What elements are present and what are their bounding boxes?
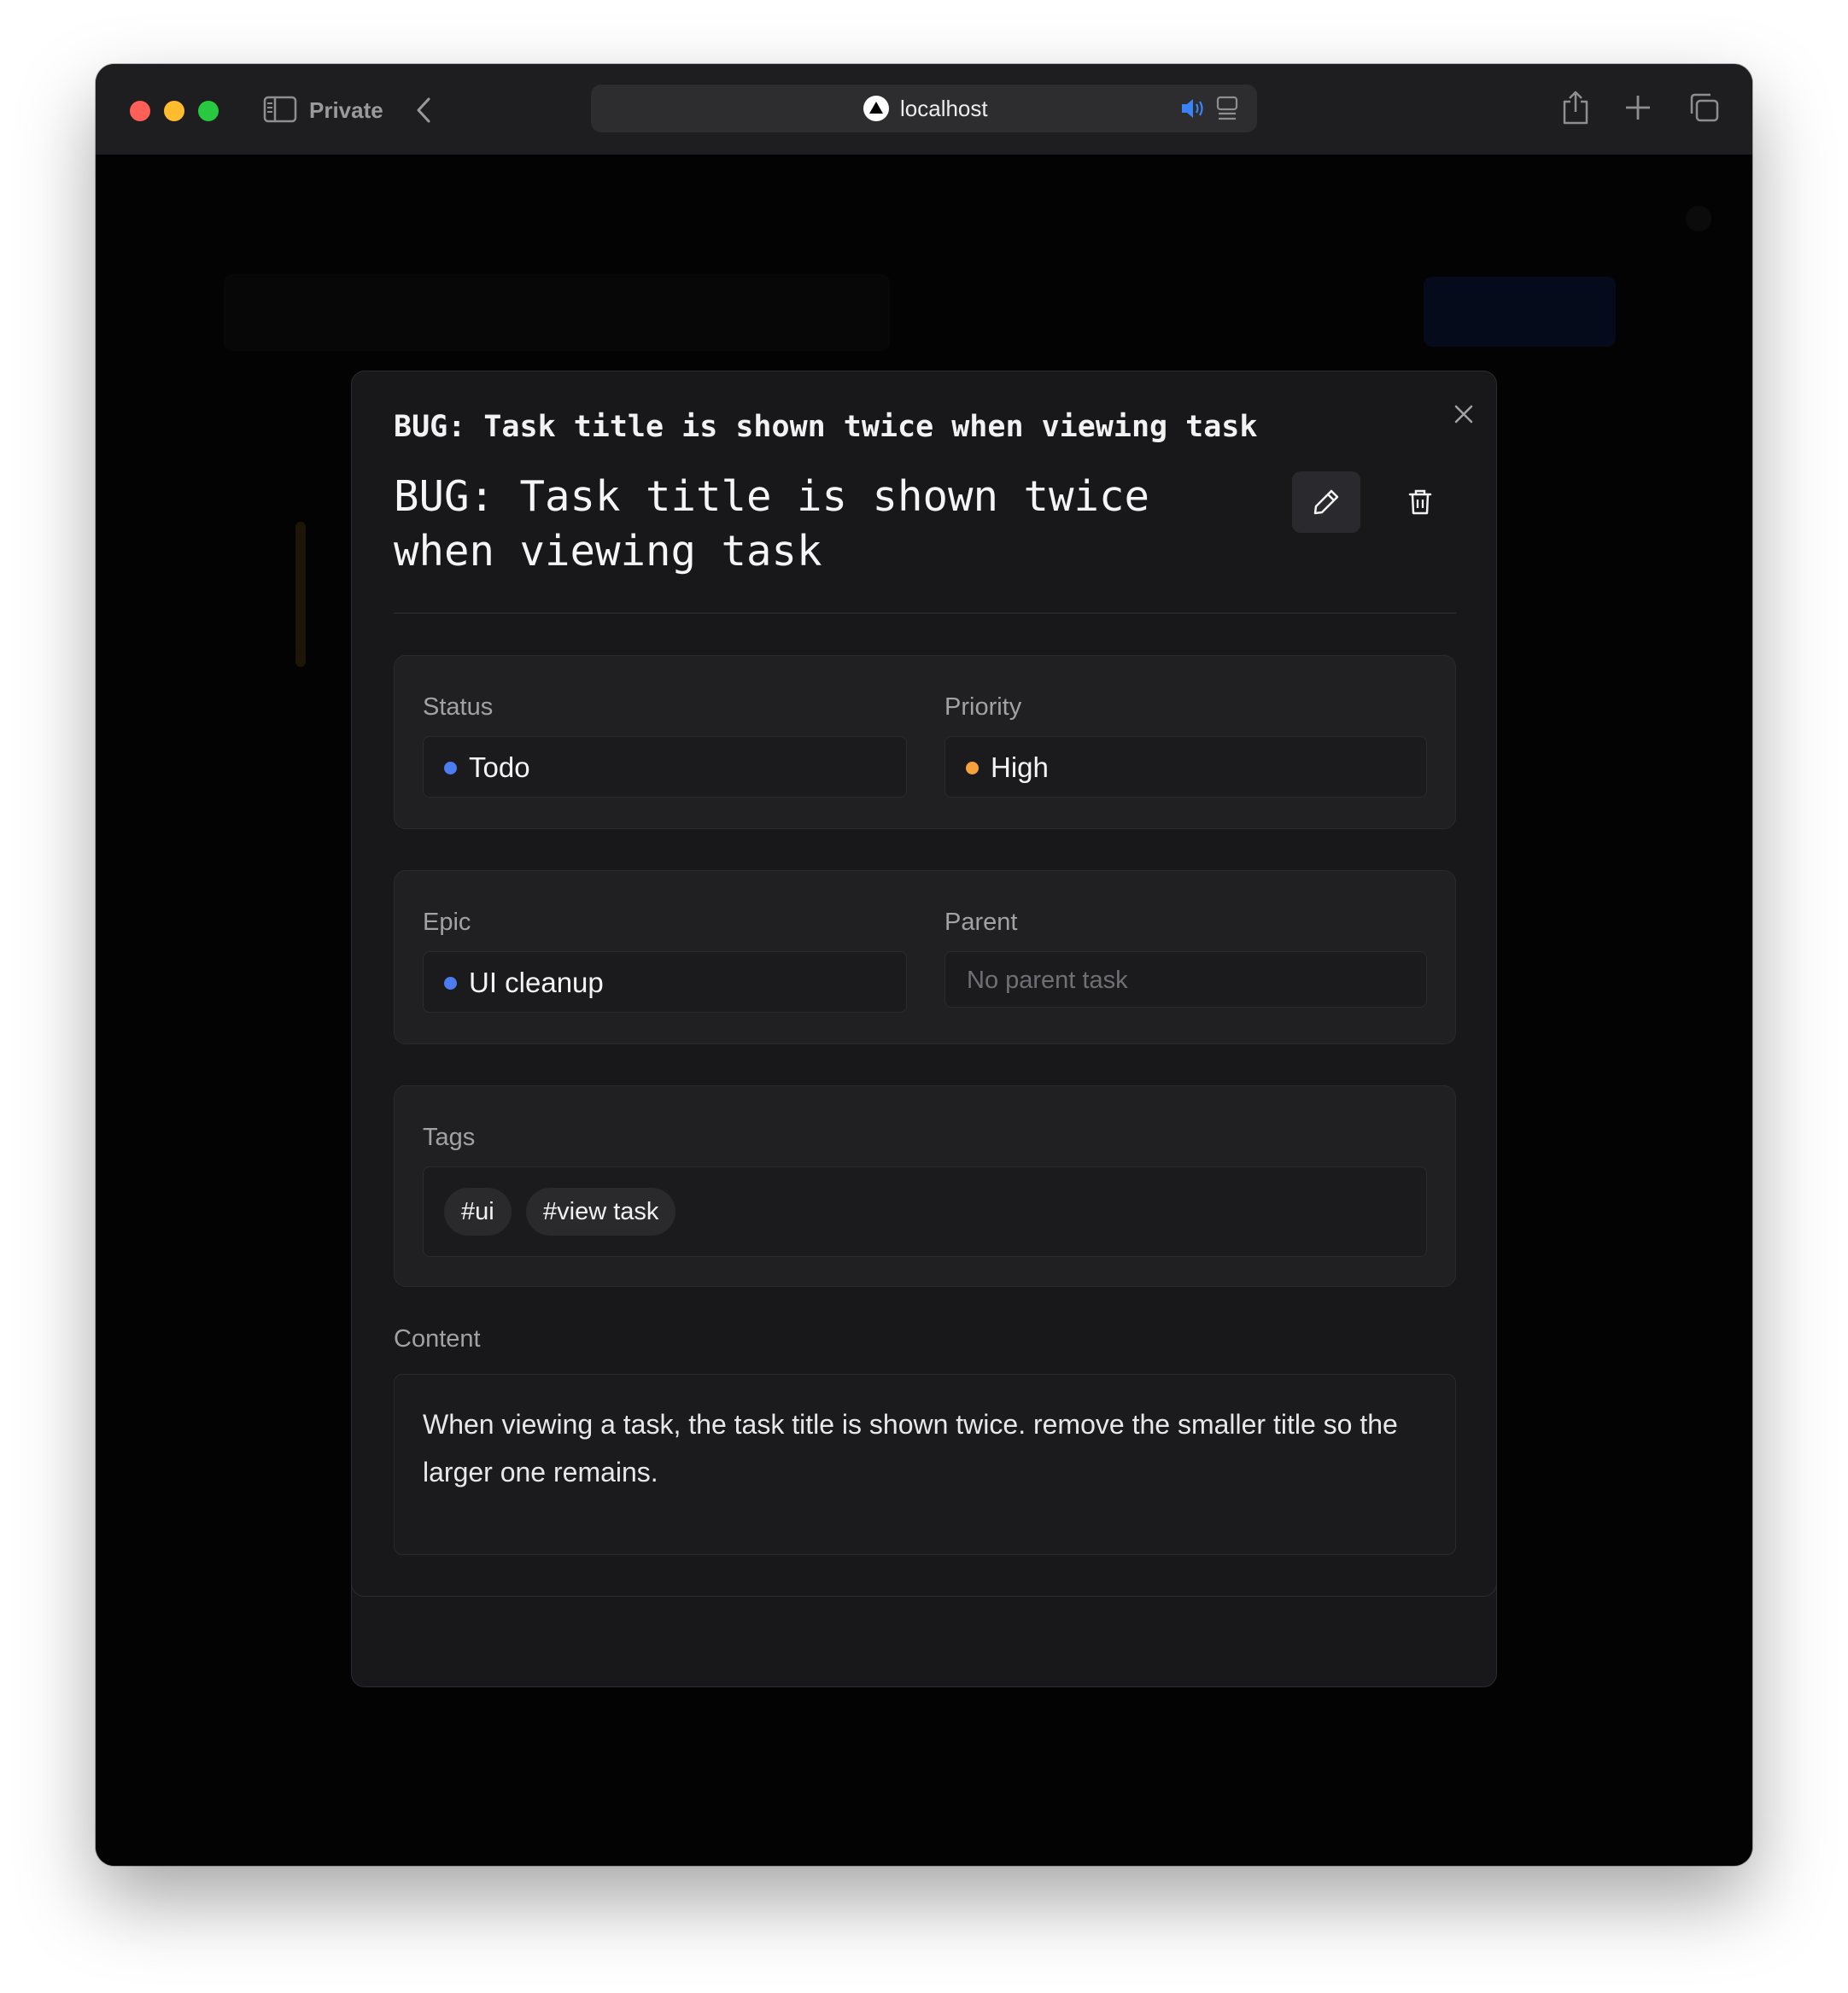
status-label: Status <box>423 693 494 721</box>
content-text: When viewing a task, the task title is s… <box>423 1409 1398 1487</box>
trash-icon <box>1408 489 1432 515</box>
delete-button[interactable] <box>1386 471 1454 533</box>
zoom-window-button[interactable] <box>198 101 219 121</box>
title-divider <box>394 612 1456 614</box>
epic-dot <box>444 977 457 990</box>
pencil-icon <box>1313 489 1339 515</box>
close-icon[interactable] <box>1452 402 1476 430</box>
tabs-icon[interactable] <box>1687 92 1720 127</box>
tag-chip[interactable]: #ui <box>444 1188 512 1236</box>
parent-select[interactable]: No parent task <box>944 951 1427 1008</box>
tag-chip[interactable]: #view task <box>526 1188 676 1236</box>
task-dialog: BUG: Task title is shown twice when view… <box>351 371 1497 1597</box>
close-window-button[interactable] <box>130 101 150 121</box>
dimmed-priority-stripe <box>295 522 306 667</box>
epic-parent-card: Epic UI cleanup Parent No parent task <box>394 870 1456 1044</box>
private-label: Private <box>309 97 383 123</box>
status-select[interactable]: Todo <box>423 736 907 798</box>
browser-window: Private localhost BUG: Task title is sho… <box>96 64 1752 1866</box>
status-value: Todo <box>469 751 530 783</box>
priority-dot <box>966 762 979 774</box>
status-dot <box>444 762 457 774</box>
reader-icon[interactable] <box>1216 96 1238 126</box>
content-body[interactable]: When viewing a task, the task title is s… <box>394 1374 1456 1555</box>
browser-toolbar: Private localhost <box>96 64 1752 155</box>
tags-input[interactable]: #ui #view task <box>423 1166 1427 1257</box>
address-bar[interactable]: localhost <box>591 85 1257 132</box>
epic-value: UI cleanup <box>469 967 604 998</box>
dimmed-settings-icon <box>1686 206 1711 231</box>
priority-select[interactable]: High <box>944 736 1427 798</box>
chevron-left-icon[interactable] <box>413 96 434 129</box>
epic-select[interactable]: UI cleanup <box>423 951 907 1013</box>
epic-label: Epic <box>423 909 471 936</box>
edit-button[interactable] <box>1292 471 1360 533</box>
priority-value: High <box>991 751 1049 783</box>
task-title: BUG: Task title is shown twice when view… <box>394 472 1150 576</box>
dialog-title: BUG: Task title is shown twice when view… <box>394 410 1258 444</box>
dimmed-search-bar <box>224 274 890 351</box>
share-icon[interactable] <box>1561 90 1590 130</box>
site-icon <box>863 95 890 126</box>
plus-icon[interactable] <box>1624 94 1652 126</box>
parent-placeholder: No parent task <box>967 967 1128 994</box>
url-text: localhost <box>900 96 988 121</box>
tags-label: Tags <box>423 1124 476 1151</box>
parent-label: Parent <box>944 909 1018 936</box>
minimize-window-button[interactable] <box>164 101 184 121</box>
tags-card: Tags #ui #view task <box>394 1085 1456 1287</box>
audio-icon[interactable] <box>1180 96 1208 125</box>
status-priority-card: Status Todo Priority High <box>394 655 1456 829</box>
content-label: Content <box>394 1325 481 1353</box>
dimmed-create-button <box>1424 277 1616 347</box>
priority-label: Priority <box>944 693 1022 721</box>
sidebar-icon[interactable] <box>263 96 297 127</box>
